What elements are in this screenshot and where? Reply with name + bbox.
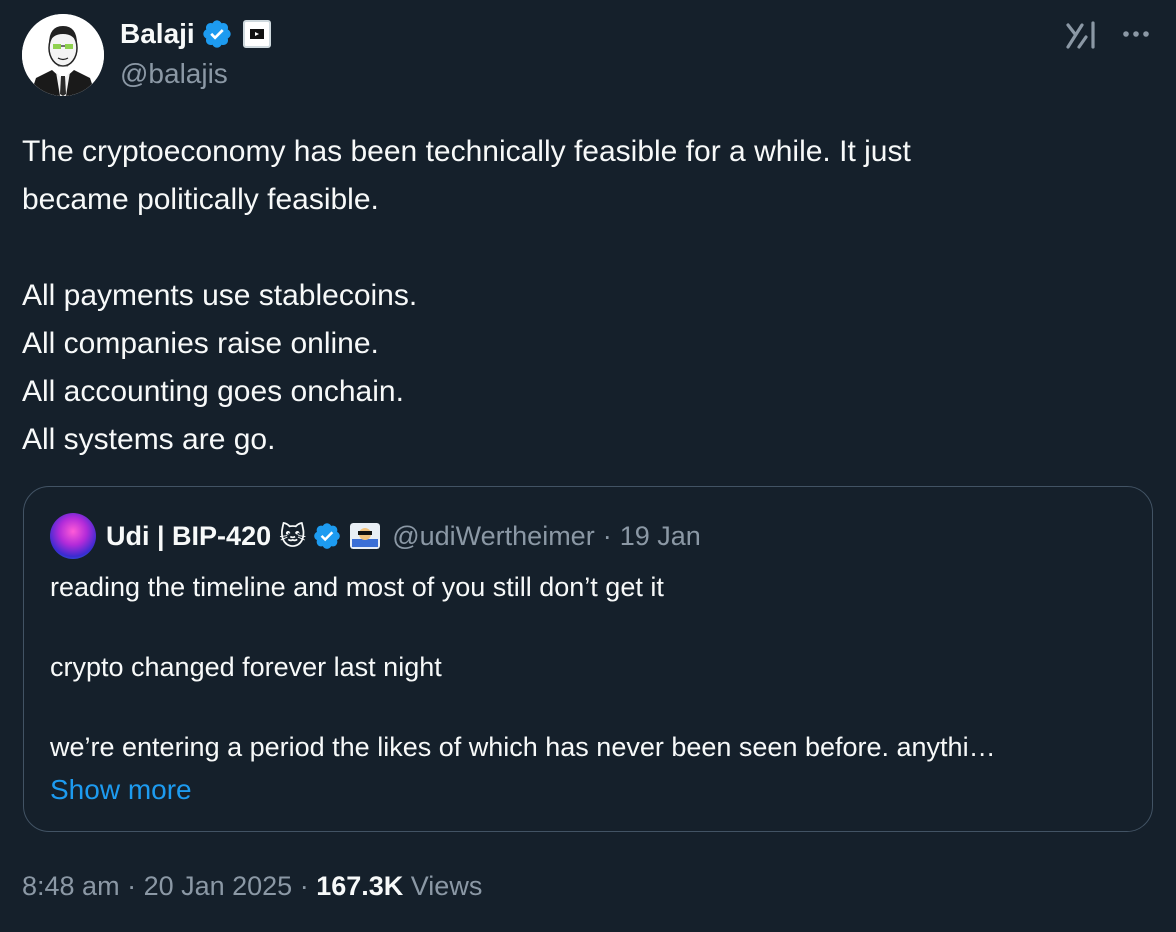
quoted-text-line: we’re entering a period the likes of whi…	[50, 732, 996, 762]
quoted-date[interactable]: 19 Jan	[620, 521, 701, 552]
quoted-verified-badge-icon	[314, 523, 341, 549]
author-name-row[interactable]: Balaji	[120, 16, 271, 52]
quoted-tweet[interactable]: Udi | BIP-420 🐱 @udiWertheimer · 19 Jan …	[23, 486, 1153, 832]
meta-separator: ·	[119, 871, 144, 901]
views-label: Views	[403, 871, 483, 901]
quoted-text-line: crypto changed forever last night	[50, 652, 442, 682]
verified-badge-icon	[203, 20, 231, 48]
quoted-tweet-text: reading the timeline and most of you sti…	[50, 567, 1130, 767]
tweet-text: The cryptoeconomy has been technically f…	[22, 135, 911, 456]
cat-emoji: 🐱	[279, 520, 307, 551]
affiliate-logo-icon	[249, 29, 264, 39]
quoted-author-avatar[interactable]	[50, 513, 96, 559]
views-count[interactable]: 167.3K	[316, 871, 403, 901]
quoted-tweet-header: Udi | BIP-420 🐱 @udiWertheimer · 19 Jan	[50, 513, 701, 559]
affiliate-badge-icon[interactable]	[242, 20, 271, 48]
tweet-metadata: 8:48 am · 20 Jan 2025 · 167.3K Views	[22, 866, 482, 906]
quoted-author-name[interactable]: Udi | BIP-420	[106, 521, 271, 552]
grok-icon[interactable]	[1064, 20, 1100, 50]
author-avatar[interactable]	[22, 14, 104, 96]
quoted-affiliate-badge-icon[interactable]	[350, 523, 381, 549]
quoted-text-line: reading the timeline and most of you sti…	[50, 572, 664, 602]
quoted-separator: ·	[602, 520, 612, 551]
author-name[interactable]: Balaji	[120, 16, 195, 52]
more-options-icon[interactable]	[1118, 18, 1154, 50]
meta-separator: ·	[292, 871, 317, 901]
tweet-date[interactable]: 20 Jan 2025	[144, 871, 293, 901]
show-more-link[interactable]: Show more	[50, 770, 192, 810]
tweet-time[interactable]: 8:48 am	[22, 871, 120, 901]
author-handle[interactable]: @balajis	[120, 56, 228, 92]
quoted-handle[interactable]: @udiWertheimer	[392, 521, 594, 552]
author-portrait-illustration	[22, 14, 104, 96]
